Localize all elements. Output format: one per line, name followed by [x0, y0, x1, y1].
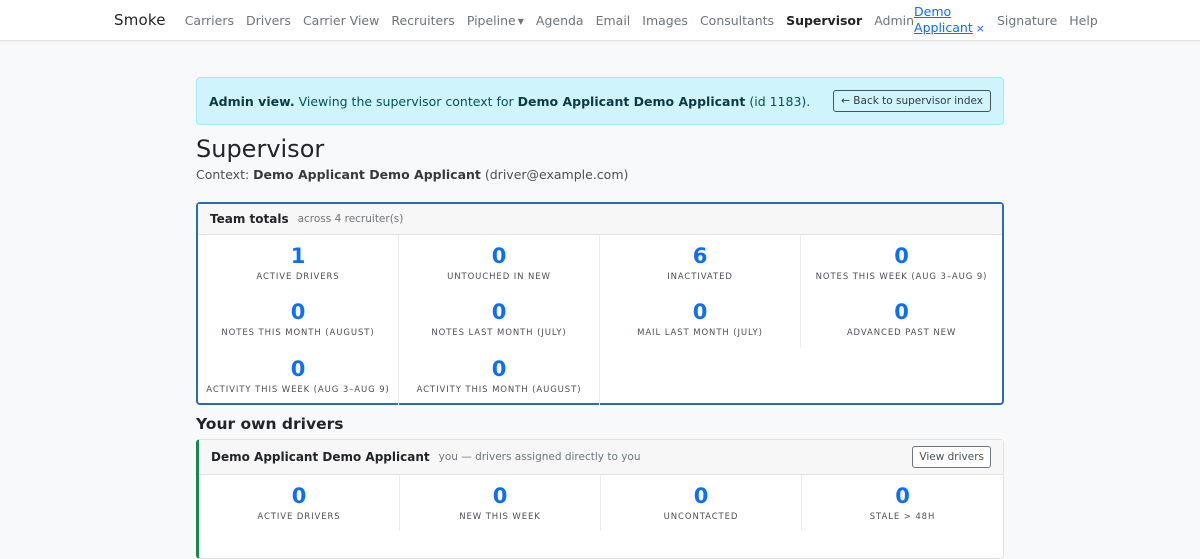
- stat-inactivated: 6 Inactivated: [600, 235, 801, 292]
- current-user: Demo Applicant ×: [914, 4, 985, 36]
- brand-logo[interactable]: Smoke: [114, 11, 166, 29]
- stat-label: Stale > 48h: [869, 511, 936, 522]
- nav-email[interactable]: Email: [596, 13, 631, 28]
- stat-mail-last-month: 0 Mail last month (July): [600, 291, 801, 348]
- nav-right: Demo Applicant × Signature Help: [914, 4, 1098, 36]
- own-drivers-name: Demo Applicant Demo Applicant: [211, 450, 430, 464]
- nav-drivers[interactable]: Drivers: [246, 13, 291, 28]
- alert-suffix: (id 1183).: [749, 93, 811, 109]
- nav-signature[interactable]: Signature: [997, 13, 1057, 28]
- stat-label: Activity this month (August): [416, 384, 582, 395]
- own-stat-stale: 0 Stale > 48h: [802, 475, 1003, 531]
- view-drivers-button[interactable]: View drivers: [912, 446, 991, 468]
- team-totals-subtitle: across 4 recruiter(s): [297, 213, 404, 225]
- stat-label: Uncontacted: [663, 511, 739, 522]
- nav-admin[interactable]: Admin: [874, 13, 914, 28]
- stat-activity-this-month: 0 Activity this month (August): [399, 348, 600, 405]
- stat-label: New this week: [459, 511, 541, 522]
- nav-supervisor[interactable]: Supervisor: [786, 13, 862, 28]
- alert-prefix: Admin view.: [209, 93, 295, 109]
- top-navbar: Smoke Carriers Drivers Carrier View Recr…: [0, 0, 1200, 41]
- team-stats-grid: 1 Active drivers 0 Untouched in New 6 Inact…: [198, 235, 1002, 405]
- stat-value: 0: [895, 483, 910, 508]
- team-totals-header: Team totals across 4 recruiter(s): [198, 204, 1002, 235]
- own-stat-uncontacted: 0 Uncontacted: [601, 475, 802, 531]
- stat-value: 1: [290, 243, 306, 268]
- stat-label: Inactivated: [667, 271, 733, 282]
- context-line: Context: Demo Applicant Demo Applicant (…: [196, 167, 628, 182]
- nav-images[interactable]: Images: [642, 13, 688, 28]
- stat-value: 0: [491, 356, 507, 381]
- nav-consultants[interactable]: Consultants: [700, 13, 774, 28]
- nav-carriers[interactable]: Carriers: [185, 13, 234, 28]
- stat-notes-this-month: 0 Notes this month (August): [198, 291, 399, 348]
- context-name: Demo Applicant Demo Applicant: [253, 167, 481, 182]
- stat-value: 0: [290, 300, 306, 325]
- own-drivers-section-title: Your own drivers: [196, 415, 344, 433]
- stat-value: 0: [894, 243, 909, 268]
- stat-label: Untouched in New: [447, 271, 551, 282]
- team-totals-title: Team totals: [210, 212, 289, 226]
- alert-name: Demo Applicant Demo Applicant: [517, 93, 746, 109]
- nav-help[interactable]: Help: [1069, 13, 1098, 28]
- stat-label: Advanced past New: [846, 328, 957, 339]
- own-stat-active-drivers: 0 Active drivers: [199, 475, 400, 531]
- stat-value: 0: [291, 483, 307, 508]
- stat-value: 0: [290, 356, 306, 381]
- nav-pipeline-label: Pipeline: [466, 12, 516, 28]
- stat-value: 6: [692, 243, 708, 268]
- own-stat-new-this-week: 0 New this week: [400, 475, 601, 531]
- context-email: (driver@example.com): [484, 167, 629, 182]
- stat-value: 0: [693, 483, 709, 508]
- stat-notes-last-month: 0 Notes last month (July): [399, 291, 600, 348]
- stat-label: Active drivers: [257, 511, 341, 522]
- nav-agenda[interactable]: Agenda: [536, 13, 584, 28]
- stat-value: 0: [491, 300, 507, 325]
- stat-value: 0: [492, 483, 508, 508]
- context-label: Context:: [196, 167, 250, 182]
- stat-active-drivers: 1 Active drivers: [198, 235, 399, 292]
- team-totals-card: Team totals across 4 recruiter(s) 1 Activ…: [196, 202, 1004, 405]
- stat-label: Activity this week (Aug 3–Aug 9): [206, 384, 390, 395]
- nav-recruiters[interactable]: Recruiters: [391, 13, 454, 28]
- own-drivers-header: Demo Applicant Demo Applicant you — driv…: [199, 440, 1003, 475]
- stat-label: Active drivers: [256, 271, 340, 282]
- own-stats-grid: 0 Active drivers 0 New this week 0 Uncontac…: [199, 475, 1003, 531]
- stat-label: Notes this week (Aug 3–Aug 9): [815, 271, 988, 282]
- user-link[interactable]: Demo Applicant: [914, 4, 973, 35]
- stat-untouched-in-new: 0 Untouched in New: [399, 235, 600, 292]
- caret-down-icon: ▼: [517, 16, 524, 26]
- stat-value: 0: [894, 300, 909, 325]
- stat-advanced-past-new: 0 Advanced past New: [801, 292, 1002, 349]
- stat-label: Notes this month (August): [221, 328, 375, 339]
- stat-value: 0: [491, 243, 507, 268]
- stat-value: 0: [692, 300, 708, 325]
- nav-carrier-view[interactable]: Carrier View: [303, 13, 379, 28]
- stat-notes-this-week: 0 Notes this week (Aug 3–Aug 9): [801, 235, 1002, 292]
- page-title: Supervisor: [196, 135, 325, 163]
- alert-text: Viewing the supervisor context for: [298, 93, 514, 109]
- nav-pipeline-dropdown[interactable]: Pipeline ▼: [467, 13, 524, 28]
- stat-activity-this-week: 0 Activity this week (Aug 3–Aug 9): [198, 348, 399, 405]
- back-to-supervisor-index-button[interactable]: ← Back to supervisor index: [833, 90, 991, 112]
- nav-left: Carriers Drivers Carrier View Recruiters…: [185, 13, 914, 28]
- own-drivers-card: Demo Applicant Demo Applicant you — driv…: [196, 439, 1004, 559]
- stat-label: Mail last month (July): [637, 328, 763, 339]
- stat-label: Notes last month (July): [431, 328, 567, 339]
- own-drivers-subtitle: you — drivers assigned directly to you: [438, 451, 641, 463]
- close-icon[interactable]: ×: [976, 22, 985, 35]
- admin-view-alert: Admin view. Viewing the supervisor conte…: [196, 77, 1004, 125]
